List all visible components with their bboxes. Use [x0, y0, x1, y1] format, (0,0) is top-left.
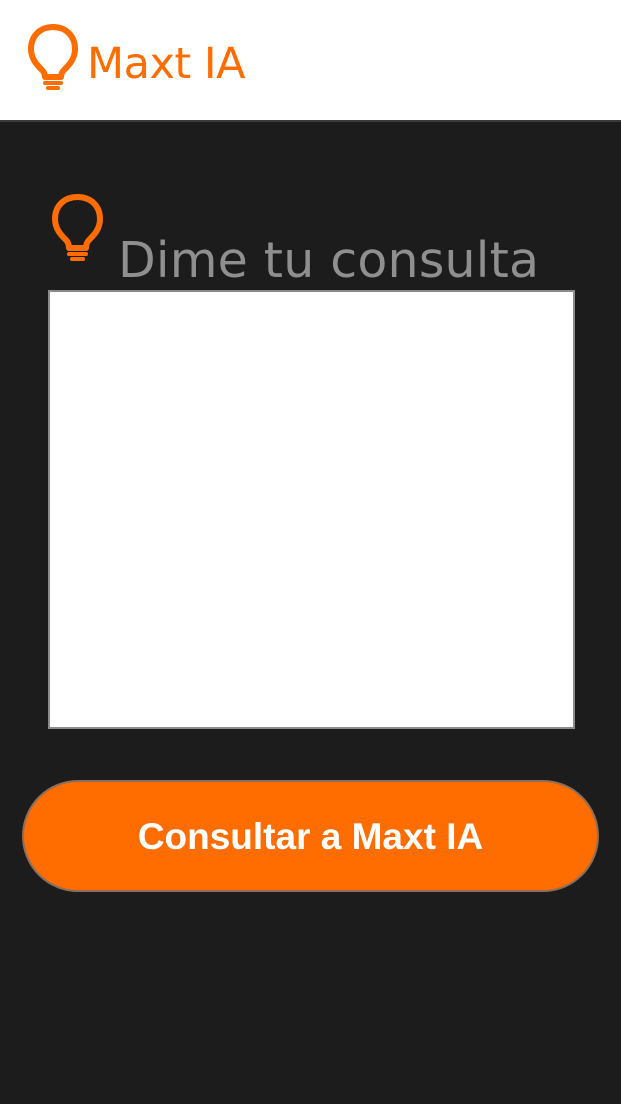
app-title: Maxt IA	[87, 39, 246, 89]
consult-button[interactable]: Consultar a Maxt IA	[22, 780, 599, 892]
lightbulb-icon	[27, 24, 79, 90]
lightbulb-icon	[51, 194, 104, 261]
query-heading: Dime tu consulta	[118, 231, 540, 289]
query-input[interactable]	[48, 290, 575, 729]
main-page: Maxt IA Dime tu consulta Consultar a Max…	[0, 0, 621, 1104]
app-header: Maxt IA	[0, 0, 621, 122]
